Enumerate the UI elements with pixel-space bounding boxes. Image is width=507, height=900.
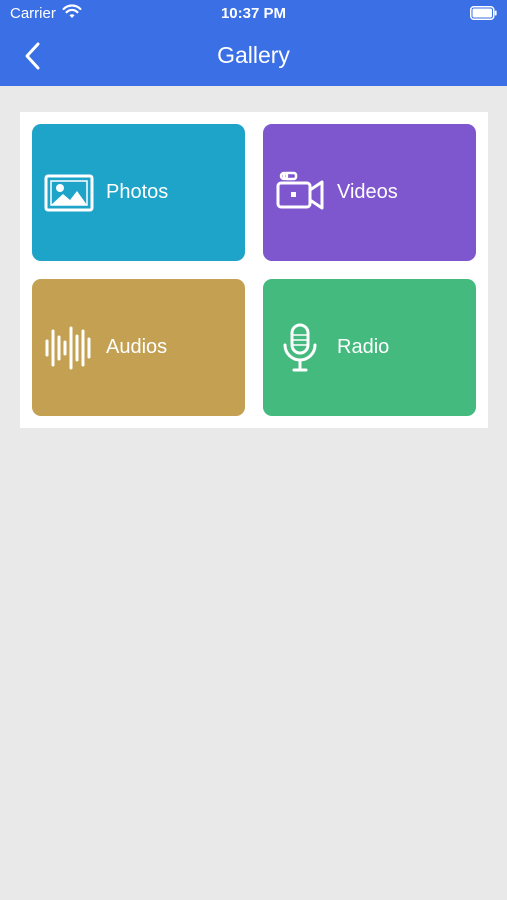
navigation-bar: Gallery [0, 28, 507, 86]
status-time: 10:37 PM [220, 5, 287, 22]
top-bar: Carrier 10:37 PM Gallery [0, 0, 507, 86]
image-icon [44, 174, 94, 212]
gallery-panel: Photos Videos Audios Radio [20, 112, 488, 428]
status-bar: Carrier 10:37 PM [0, 0, 507, 28]
photos-label: Photos [106, 181, 169, 203]
microphone-icon [283, 323, 317, 372]
page-title: Gallery [217, 42, 290, 68]
audios-tile[interactable]: Audios [32, 279, 245, 416]
battery-icon [470, 6, 497, 20]
radio-label: Radio [337, 336, 390, 358]
radio-tile[interactable]: Radio [263, 279, 476, 416]
photos-tile[interactable]: Photos [32, 124, 245, 261]
sound-wave-icon [45, 326, 91, 370]
video-camera-icon [276, 171, 324, 210]
videos-tile[interactable]: Videos [263, 124, 476, 261]
audios-label: Audios [106, 336, 168, 358]
videos-label: Videos [337, 181, 398, 203]
